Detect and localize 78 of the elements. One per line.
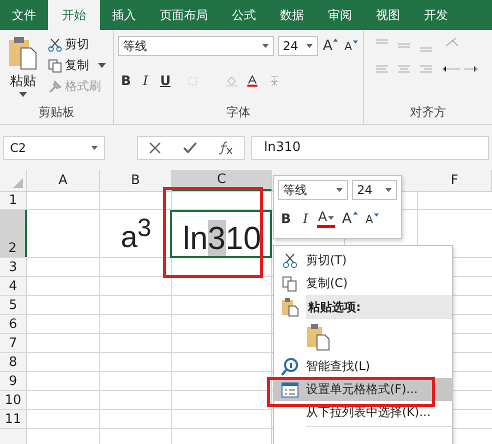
copy-icon: [48, 58, 62, 72]
group-label: 字体: [226, 104, 252, 121]
ribbon-tab[interactable]: 视图: [364, 0, 412, 30]
row-header[interactable]: 4: [0, 277, 27, 295]
cut-button[interactable]: 剪切: [48, 36, 106, 53]
row-header[interactable]: 11: [0, 410, 27, 428]
dropdown-arrow-icon: [385, 188, 392, 192]
up-caret-icon: [352, 211, 358, 215]
font-color-button[interactable]: A: [317, 210, 335, 228]
font-name-field[interactable]: 等线: [278, 180, 348, 200]
brush-icon: [48, 80, 62, 94]
bold-button[interactable]: B: [278, 212, 294, 226]
dropdown-arrow-icon: [91, 146, 98, 150]
group-label: 对齐方: [409, 104, 447, 121]
scissors-icon: [282, 252, 298, 268]
menu-section-header: 粘贴选项:: [306, 295, 452, 319]
cell-text[interactable]: ln310: [182, 219, 262, 257]
caret-icon: [374, 212, 380, 216]
formula-field[interactable]: ln310: [251, 136, 489, 160]
grow-font-button[interactable]: A: [340, 211, 359, 227]
shrink-font-button[interactable]: A: [343, 40, 360, 52]
caret-icon: [98, 63, 106, 68]
magnifier-info-icon: [281, 358, 299, 376]
caret-icon: [328, 216, 334, 220]
row-header[interactable]: 5: [0, 296, 27, 314]
dropdown-arrow-icon: [306, 44, 313, 48]
italic-button[interactable]: I: [300, 212, 312, 226]
cancel-icon[interactable]: [148, 140, 162, 154]
ribbon-tab[interactable]: 开始: [48, 0, 100, 30]
menu-item[interactable]: 智能查找(L): [274, 355, 452, 378]
ribbon-tab[interactable]: 开发: [412, 0, 460, 30]
column-header[interactable]: F: [418, 170, 492, 191]
menu-item[interactable]: 从下拉列表中选择(K)...: [274, 401, 452, 424]
column-header[interactable]: A: [27, 170, 100, 191]
copy-icon: [282, 276, 298, 292]
format-cells-icon: [281, 382, 299, 398]
menu-item[interactable]: 设置单元格格式(F)...: [274, 378, 452, 401]
clipboard-icon: [281, 297, 299, 317]
copy-button[interactable]: 复制: [48, 57, 106, 74]
check-icon[interactable]: [182, 140, 198, 154]
name-box[interactable]: C2: [3, 136, 105, 160]
up-caret-icon: [333, 38, 338, 42]
font-name-field[interactable]: 等线: [118, 36, 274, 56]
corner-triangle-icon: [13, 178, 23, 188]
menu-item[interactable]: 剪切(T): [274, 249, 452, 272]
caret-icon: [19, 92, 27, 97]
ribbon-tab[interactable]: 插入: [100, 0, 148, 30]
shrink-font-button[interactable]: A: [364, 212, 380, 226]
clipboard-icon: [8, 36, 38, 70]
ribbon-tab[interactable]: 页面布局: [148, 0, 220, 30]
menu-item[interactable]: 复制(C): [274, 272, 452, 295]
row-header[interactable]: 9: [0, 372, 27, 390]
ribbon-tab[interactable]: 文件: [0, 0, 48, 30]
row-header[interactable]: 7: [0, 334, 27, 352]
cell-text: a$^{3}$: [120, 213, 152, 256]
dropdown-arrow-icon: [262, 44, 269, 48]
font-size-field[interactable]: 24: [352, 180, 397, 200]
scissors-icon: [48, 38, 62, 52]
group-label: 剪贴板: [38, 104, 76, 121]
dropdown-arrow-icon: [336, 188, 344, 192]
underline-button[interactable]: U: [157, 74, 174, 88]
row-header[interactable]: 6: [0, 315, 27, 333]
ribbon-tab[interactable]: 数据: [268, 0, 316, 30]
row-header[interactable]: 3: [0, 258, 27, 276]
font-size-field[interactable]: 24: [278, 36, 318, 56]
grow-font-button[interactable]: A: [322, 38, 340, 54]
paste-button[interactable]: 粘贴: [4, 36, 42, 104]
caret-icon: [353, 40, 358, 44]
row-header[interactable]: 2: [0, 210, 27, 257]
row-header[interactable]: 8: [0, 353, 27, 371]
italic-button[interactable]: I: [140, 74, 152, 88]
ribbon-tab[interactable]: 公式: [220, 0, 268, 30]
ribbon-tab[interactable]: 审阅: [316, 0, 364, 30]
function-icon[interactable]: [218, 140, 234, 154]
row-header[interactable]: 10: [0, 391, 27, 409]
bold-button[interactable]: B: [118, 74, 134, 88]
row-header[interactable]: 1: [0, 192, 27, 209]
paste-option-icon[interactable]: [306, 323, 330, 351]
